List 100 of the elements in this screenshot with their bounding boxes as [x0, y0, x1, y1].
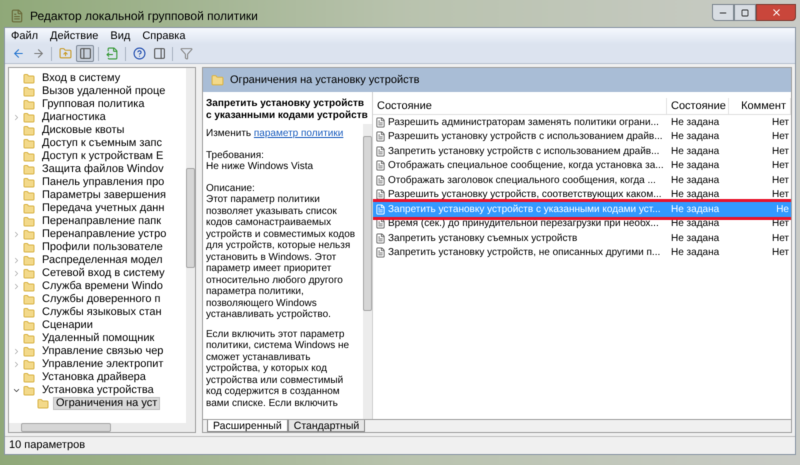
tree-item[interactable]: Распределенная модел: [39, 254, 166, 267]
policy-comment: Нет: [772, 218, 789, 230]
folder-icon: [23, 112, 35, 124]
tree-item[interactable]: Управление связью чер: [39, 345, 166, 358]
tree-item[interactable]: Диагностика: [39, 111, 109, 124]
table-row[interactable]: Разрешить установку устройств, соответствующих каком... Не задана Нет: [373, 188, 791, 202]
folder-icon: [23, 332, 35, 344]
policy-icon: [375, 218, 386, 230]
column-header[interactable]: Коммент: [729, 98, 791, 114]
tree-item[interactable]: Удаленный помощник: [39, 332, 158, 345]
column-header[interactable]: Состояние: [667, 98, 729, 114]
tree-item[interactable]: Сетевой вход в систему: [39, 267, 168, 280]
policy-state: Не задана: [671, 160, 720, 172]
tree-item[interactable]: Панель управления про: [39, 176, 168, 189]
folder-icon: [23, 294, 35, 306]
tree-item[interactable]: Сценарии: [39, 319, 96, 332]
tree-item[interactable]: Групповая политика: [39, 98, 148, 111]
tree-item[interactable]: Перенаправление папк: [39, 215, 164, 228]
policy-icon: [375, 174, 386, 186]
pane-icon: [152, 47, 166, 60]
table-row[interactable]: Запретить установку устройств с использованием драйв... Не задана Нет: [373, 144, 791, 158]
tree-item[interactable]: Вызов удаленной проце: [39, 85, 168, 98]
tree-item[interactable]: Доступ к устройствам E: [39, 150, 166, 163]
column-header[interactable]: Состояние: [373, 98, 667, 114]
vertical-scrollbar[interactable]: [186, 68, 195, 423]
tree-item[interactable]: Вход в систему: [39, 72, 124, 85]
horizontal-scrollbar[interactable]: [9, 423, 195, 432]
maximize-icon: [741, 8, 749, 16]
folder-icon: [211, 74, 224, 86]
view-tab[interactable]: Стандартный: [288, 420, 366, 432]
tree-item[interactable]: Перенаправление устро: [39, 228, 170, 241]
policy-icon: [375, 116, 386, 128]
tree-item[interactable]: Профили пользователе: [39, 241, 166, 254]
tree-item[interactable]: Установка устройства: [39, 384, 157, 397]
tree-item[interactable]: Передача учетных данн: [39, 202, 168, 215]
table-row[interactable]: Разрешить установку устройств с использованием драйв... Не задана Нет: [373, 130, 791, 144]
folder-icon: [23, 242, 35, 254]
tree-item[interactable]: Службы языковых стан: [39, 306, 165, 319]
table-row[interactable]: Разрешить администраторам заменять политики ограни... Не задана Нет: [373, 115, 791, 130]
policy-state: Не задана: [671, 204, 720, 215]
tree-item[interactable]: Установка драйвера: [39, 371, 149, 384]
folder-icon: [23, 320, 35, 332]
policy-comment: Нет: [772, 146, 789, 157]
folder-icon: [23, 280, 35, 292]
folder-icon: [23, 358, 35, 370]
tree-item[interactable]: Управление электропит: [39, 358, 166, 371]
policy-comment: Нет: [772, 247, 789, 258]
tree-item[interactable]: Служба времени Windo: [39, 280, 166, 293]
edit-label: Изменить: [206, 128, 252, 139]
menu-item[interactable]: Действие: [44, 28, 104, 44]
menu-item[interactable]: Файл: [5, 28, 44, 44]
folder-icon: [23, 202, 35, 214]
app-icon: [10, 8, 24, 22]
policy-name: Отображать специальное сообщение, когда установка за...: [388, 159, 664, 174]
tree-pane-button[interactable]: [76, 45, 94, 62]
tree-item[interactable]: Защита файлов Windov: [39, 163, 167, 176]
table-row[interactable]: Запретить установку устройств, не описанных другими п... Не задана Нет: [373, 246, 791, 260]
maximize-button[interactable]: [734, 4, 756, 21]
table-row[interactable]: Отображать заголовок специального сообщения, когда ... Не задана Нет: [373, 173, 791, 188]
folder-icon: [23, 124, 35, 136]
policy-link[interactable]: параметр политики: [254, 128, 344, 139]
tree-item[interactable]: Службы доверенного п: [39, 293, 164, 306]
policy-name: Отображать заголовок специального сообщения, когда ...: [388, 174, 656, 188]
folder-icon: [23, 176, 35, 188]
folder-icon: [23, 150, 35, 162]
tree-item[interactable]: Дисковые квоты: [39, 124, 128, 137]
policy-state: Не задана: [671, 247, 720, 258]
vertical-scrollbar[interactable]: [363, 124, 372, 419]
policy-comment: Нет: [772, 116, 789, 128]
menu-item[interactable]: Вид: [104, 28, 136, 44]
policy-comment: Нет: [772, 160, 789, 172]
tree-item[interactable]: Доступ к съемным запс: [39, 137, 166, 150]
pane-title: Ограничения на установку устройств: [230, 72, 420, 88]
description-label: Описание:: [206, 182, 256, 194]
policy-name: Разрешить администраторам заменять политики ограни...: [388, 116, 659, 130]
folder-icon: [23, 216, 35, 228]
view-tab[interactable]: Расширенный: [207, 420, 288, 432]
folder-icon: [23, 86, 35, 98]
export-list-icon: [106, 47, 118, 60]
folder-icon: [23, 98, 35, 110]
tree-item[interactable]: Параметры завершения: [39, 189, 169, 202]
policy-state: Не задана: [671, 146, 720, 157]
folder-up-icon: [58, 47, 72, 60]
close-button[interactable]: [756, 4, 796, 21]
folder-icon: [37, 398, 49, 410]
policy-icon: [375, 131, 386, 142]
policy-name: Запретить установку устройств с указанными кодами уст...: [388, 202, 661, 217]
folder-icon: [23, 72, 35, 84]
policy-state: Не задана: [671, 189, 720, 200]
policy-icon: [375, 204, 386, 215]
policy-state: Не задана: [671, 174, 720, 186]
tree-item[interactable]: Ограничения на уст: [53, 397, 160, 410]
window-title: Редактор локальной групповой политики: [30, 8, 258, 24]
menu-item[interactable]: Справка: [136, 28, 192, 44]
policy-title: Запретить установку устройств с указанными кодами устройств: [205, 97, 369, 122]
policy-state: Не задана: [671, 232, 720, 244]
folder-icon: [23, 306, 35, 318]
filter-icon: [180, 47, 192, 60]
table-row[interactable]: Отображать специальное сообщение, когда установка за... Не задана Нет: [373, 158, 791, 173]
table-row[interactable]: Запретить установку съемных устройств Не задана Нет: [373, 231, 791, 246]
